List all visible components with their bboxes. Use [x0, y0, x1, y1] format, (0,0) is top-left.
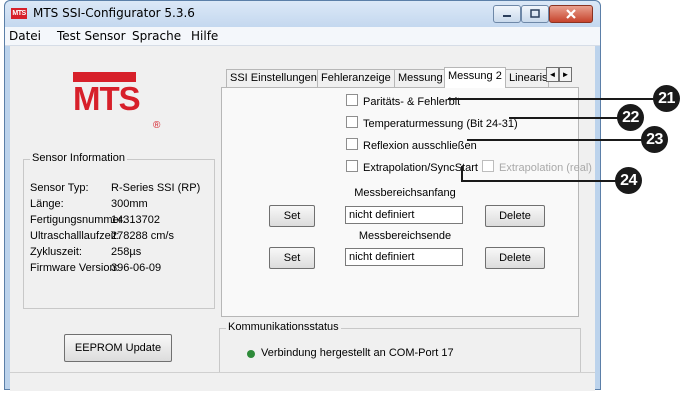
menu-bar: Datei Test Sensor Sprache Hilfe	[5, 27, 600, 46]
callout-badge-24: 24	[615, 167, 642, 194]
option-label-disabled: Extrapolation (real)	[499, 162, 592, 174]
delete-anfang-button[interactable]: Delete	[485, 205, 545, 227]
option-extrapolation[interactable]: Extrapolation/SyncStart	[346, 160, 478, 174]
sensor-value: 258µs	[111, 246, 142, 258]
tab-fehleranzeige[interactable]: Fehleranzeige	[317, 69, 395, 87]
callout-line-24	[461, 180, 616, 182]
sensor-row: Firmware Version: 396-06-09	[30, 262, 161, 274]
menu-test-sensor[interactable]: Test Sensor	[57, 29, 126, 43]
sensor-row: Sensor Typ: R-Series SSI (RP)	[30, 182, 200, 194]
menu-hilfe[interactable]: Hilfe	[191, 29, 218, 43]
connection-status-text: Verbindung hergestellt an COM-Port 17	[261, 347, 454, 359]
sensor-row: Fertigungsnummer: 14313702	[30, 214, 160, 226]
checkbox[interactable]	[346, 138, 358, 150]
tab-scroll-left-button[interactable]: ◄	[546, 67, 559, 82]
sensor-row: Ultraschalllaufzeit: 278288 cm/s	[30, 230, 174, 242]
messbereichsende-field[interactable]: nicht definiert	[345, 248, 463, 266]
messbereichsende-label: Messbereichsende	[358, 230, 452, 242]
callout-badge-21: 21	[653, 85, 680, 112]
callout-line-22	[509, 117, 619, 119]
messbereichsanfang-label: Messbereichsanfang	[354, 187, 456, 199]
app-icon: MTS	[11, 8, 27, 19]
tab-page-messung-2: Paritäts- & Fehlerbit Temperaturmessung …	[221, 87, 592, 317]
window-title: MTS SSI-Configurator 5.3.6	[33, 6, 195, 20]
sensor-key: Zykluszeit:	[30, 246, 82, 258]
registered-mark: ®	[153, 120, 161, 131]
sensor-value: 278288 cm/s	[111, 230, 174, 242]
sensor-key: Firmware Version:	[30, 262, 119, 274]
sensor-row: Zykluszeit: 258µs	[30, 246, 141, 258]
kommunikationsstatus-group: Kommunikationsstatus Verbindung hergeste…	[219, 321, 581, 373]
mts-logo: MTS ®	[73, 72, 163, 142]
option-reflexion[interactable]: Reflexion ausschließen	[346, 138, 477, 152]
set-ende-button[interactable]: Set	[269, 247, 315, 269]
checkbox[interactable]	[346, 116, 358, 128]
set-anfang-button[interactable]: Set	[269, 205, 315, 227]
tab-ssi-einstellungen[interactable]: SSI Einstellungen	[226, 69, 321, 87]
left-panel: MTS ® Sensor Information Sensor Typ: R-Se…	[17, 46, 217, 376]
app-window: MTS MTS SSI-Configurator 5.3.6 Datei Tes…	[4, 0, 601, 391]
sensor-information-group: Sensor Information Sensor Typ: R-Series S…	[23, 152, 215, 309]
checkbox[interactable]	[346, 94, 358, 106]
minimize-icon	[503, 15, 511, 17]
tab-messung[interactable]: Messung	[394, 69, 447, 87]
sensor-row: Länge: 300mm	[30, 198, 148, 210]
option-label: Paritäts- & Fehlerbit	[363, 96, 461, 108]
callout-line-23	[467, 139, 643, 141]
option-label: Reflexion ausschließen	[363, 140, 477, 152]
eeprom-update-button[interactable]: EEPROM Update	[64, 334, 172, 362]
tab-strip: SSI Einstellungen Fehleranzeige Messung …	[226, 67, 595, 88]
minimize-button[interactable]	[493, 5, 521, 23]
tab-scroll-right-button[interactable]: ►	[559, 67, 572, 82]
checkbox[interactable]	[346, 160, 358, 172]
close-button[interactable]	[549, 5, 593, 23]
sensor-value: R-Series SSI (RP)	[111, 182, 201, 194]
menu-datei[interactable]: Datei	[9, 29, 41, 43]
tab-messung-2[interactable]: Messung 2	[444, 67, 506, 88]
callout-badge-22: 22	[617, 104, 644, 131]
option-label: Temperaturmessung (Bit 24-31)	[363, 118, 518, 130]
sensor-information-legend: Sensor Information	[30, 152, 127, 164]
status-dot-icon	[247, 350, 255, 358]
tab-scroll-buttons: ◄ ►	[546, 67, 572, 82]
sensor-key: Ultraschalllaufzeit:	[30, 230, 120, 242]
status-bar	[10, 372, 595, 391]
callout-line-21	[448, 98, 654, 100]
sensor-value: 14313702	[111, 214, 160, 226]
option-temperatur[interactable]: Temperaturmessung (Bit 24-31)	[346, 116, 518, 130]
messbereichsanfang-field[interactable]: nicht definiert	[345, 206, 463, 224]
sensor-value: 300mm	[111, 198, 148, 210]
tab-linearisierung[interactable]: Linearis	[505, 69, 549, 87]
callout-badge-23: 23	[641, 126, 668, 153]
maximize-icon	[530, 9, 540, 18]
logo-text: MTS	[73, 80, 141, 117]
sensor-key: Länge:	[30, 198, 64, 210]
maximize-button[interactable]	[521, 5, 549, 23]
delete-ende-button[interactable]: Delete	[485, 247, 545, 269]
kommunikationsstatus-legend: Kommunikationsstatus	[226, 321, 341, 333]
option-paritaet[interactable]: Paritäts- & Fehlerbit	[346, 94, 460, 108]
title-bar[interactable]: MTS MTS SSI-Configurator 5.3.6	[5, 1, 600, 27]
option-extrapolation-real: Extrapolation (real)	[482, 160, 592, 174]
close-icon	[566, 9, 576, 19]
sensor-key: Sensor Typ:	[30, 182, 89, 194]
menu-sprache[interactable]: Sprache	[132, 29, 181, 43]
sensor-value: 396-06-09	[111, 262, 162, 274]
checkbox-disabled	[482, 160, 494, 172]
